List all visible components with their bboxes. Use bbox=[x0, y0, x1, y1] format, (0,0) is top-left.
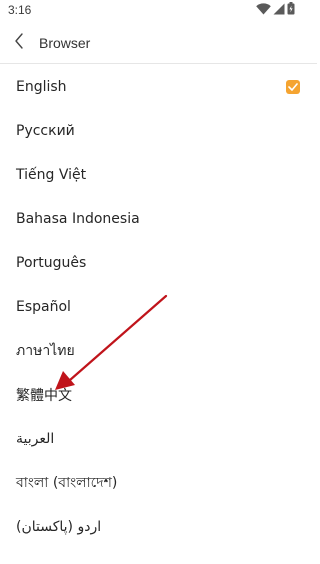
language-label: Español bbox=[16, 299, 71, 315]
app-header: Browser bbox=[0, 22, 317, 64]
status-icons bbox=[256, 2, 295, 20]
chevron-left-icon bbox=[14, 32, 24, 54]
language-label: اردو (پاکستان) bbox=[16, 519, 102, 535]
language-list: English Русский Tiếng Việt Bahasa Indone… bbox=[0, 65, 317, 549]
language-label: Português bbox=[16, 255, 87, 271]
language-label: Русский bbox=[16, 123, 75, 139]
checkmark-icon bbox=[288, 78, 298, 96]
language-item-vietnamese[interactable]: Tiếng Việt bbox=[0, 153, 317, 197]
language-item-urdu[interactable]: اردو (پاکستان) bbox=[0, 505, 317, 549]
language-item-traditional-chinese[interactable]: 繁體中文 bbox=[0, 373, 317, 417]
language-label: English bbox=[16, 79, 67, 95]
language-label: Tiếng Việt bbox=[16, 167, 87, 183]
language-label: বাংলা (বাংলাদেশ) bbox=[16, 475, 118, 491]
language-item-portuguese[interactable]: Português bbox=[0, 241, 317, 285]
language-label: ภาษาไทย bbox=[16, 343, 75, 359]
language-label: العربية bbox=[16, 431, 55, 447]
language-item-arabic[interactable]: العربية bbox=[0, 417, 317, 461]
page-title: Browser bbox=[39, 35, 91, 51]
language-label: 繁體中文 bbox=[16, 388, 72, 404]
status-time: 3:16 bbox=[8, 3, 32, 17]
back-button[interactable] bbox=[8, 32, 30, 54]
cell-signal-icon bbox=[273, 2, 285, 20]
language-item-thai[interactable]: ภาษาไทย bbox=[0, 329, 317, 373]
wifi-icon bbox=[256, 2, 271, 20]
language-item-bengali[interactable]: বাংলা (বাংলাদেশ) bbox=[0, 461, 317, 505]
language-item-english[interactable]: English bbox=[0, 65, 317, 109]
status-bar: 3:16 bbox=[0, 0, 317, 22]
language-label: Bahasa Indonesia bbox=[16, 211, 140, 227]
language-item-russian[interactable]: Русский bbox=[0, 109, 317, 153]
battery-icon bbox=[287, 2, 295, 20]
language-item-spanish[interactable]: Español bbox=[0, 285, 317, 329]
language-item-indonesian[interactable]: Bahasa Indonesia bbox=[0, 197, 317, 241]
selected-checkbox[interactable] bbox=[286, 80, 300, 94]
